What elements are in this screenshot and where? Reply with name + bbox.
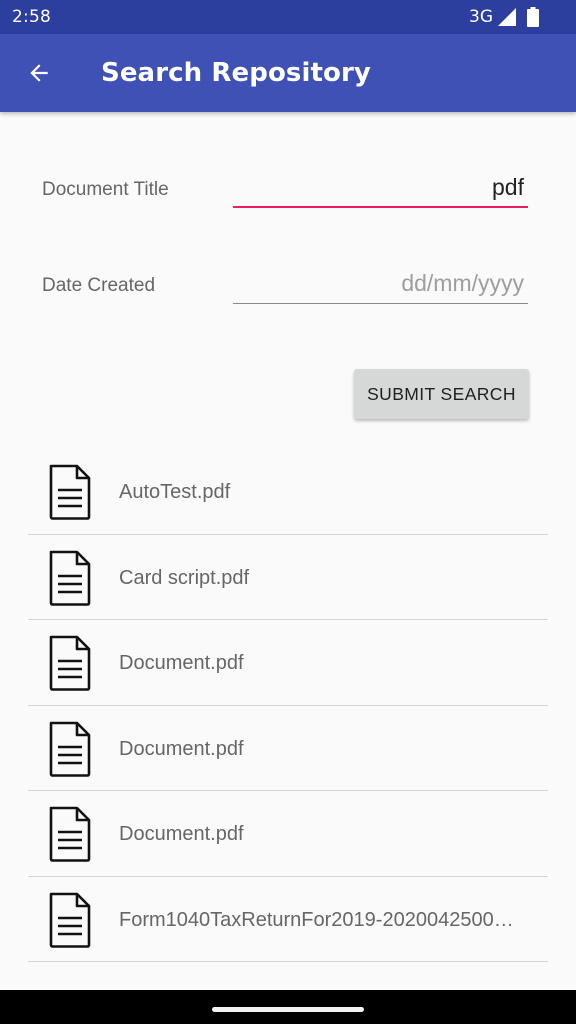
document-icon	[49, 550, 91, 606]
result-list: AutoTest.pdf Card script.pdf Document.pd…	[28, 449, 548, 962]
document-icon	[49, 464, 91, 520]
list-item[interactable]: Document.pdf	[28, 791, 548, 877]
app-bar: Search Repository	[0, 34, 576, 112]
document-title-label: Document Title	[42, 179, 169, 200]
document-name: AutoTest.pdf	[119, 481, 231, 503]
document-name: Document.pdf	[119, 652, 244, 674]
date-created-label: Date Created	[42, 275, 156, 296]
list-item[interactable]: Document.pdf	[28, 706, 548, 791]
document-icon	[49, 635, 91, 691]
arrow-back-icon	[30, 64, 48, 82]
status-bar: 2:58 3G	[0, 0, 576, 34]
list-item[interactable]: AutoTest.pdf	[28, 449, 548, 535]
document-name: Form1040TaxReturnFor2019-2020042500…	[119, 908, 514, 931]
navigation-bar	[0, 990, 576, 1024]
battery-icon	[527, 7, 539, 27]
home-handle[interactable]	[212, 1007, 364, 1012]
document-name: Document.pdf	[119, 737, 244, 760]
document-icon	[49, 721, 91, 777]
status-time: 2:58	[12, 7, 51, 27]
document-title-input[interactable]	[233, 168, 528, 208]
network-type: 3G	[469, 7, 493, 27]
list-item[interactable]: Document.pdf	[28, 620, 548, 706]
submit-search-button[interactable]: SUBMIT SEARCH	[354, 369, 529, 419]
date-created-input[interactable]	[233, 264, 528, 304]
document-icon	[49, 806, 91, 862]
back-button[interactable]	[14, 48, 64, 98]
document-name: Card script.pdf	[119, 566, 250, 589]
document-icon	[49, 892, 91, 948]
page-title: Search Repository	[101, 58, 371, 88]
signal-icon	[498, 8, 516, 26]
document-name: Document.pdf	[119, 823, 244, 845]
list-item[interactable]: Card script.pdf	[28, 535, 548, 620]
list-item[interactable]: Form1040TaxReturnFor2019-2020042500…	[28, 877, 548, 962]
